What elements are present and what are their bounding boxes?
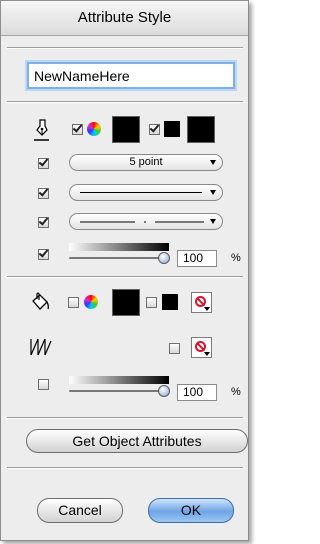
stroke-width-label: 5 point [129,156,163,168]
divider [7,47,243,49]
stroke-opacity-slider-rail[interactable] [69,257,169,259]
chevron-down-icon [210,160,216,165]
stroke-opacity-slider-knob[interactable] [158,252,170,264]
stroke-opacity-checkbox[interactable] [38,249,49,260]
stroke-pattern-checkbox[interactable] [149,124,160,135]
pen-nib-icon [34,119,49,141]
opacity-gradient [69,243,169,251]
stroke-pattern-icon[interactable] [164,121,180,137]
hatch-icon [30,338,52,356]
paint-bucket-icon [32,292,49,310]
fill-color-swatch[interactable] [112,289,140,316]
chevron-down-icon [204,307,210,311]
opacity-gradient [69,376,169,384]
panel-title: Attribute Style [1,1,248,36]
chevron-down-icon [210,219,216,224]
fill-color-checkbox[interactable] [68,297,79,308]
fill-pattern-checkbox[interactable] [146,297,157,308]
chevron-down-icon [204,352,210,356]
percent-label: % [231,386,241,398]
ok-button[interactable]: OK [148,498,234,523]
attribute-style-panel: Attribute Style 5 point 100 [0,0,249,541]
percent-label: % [231,252,241,264]
get-object-attributes-button[interactable]: Get Object Attributes [26,429,248,453]
fill-no-color-popup[interactable] [191,292,212,313]
fill-opacity-checkbox[interactable] [38,379,49,390]
style-name-field[interactable] [27,62,235,89]
stroke-pattern-swatch[interactable] [187,116,215,143]
stroke-width-popup[interactable]: 5 point [69,154,223,171]
dash-style-popup[interactable] [69,213,223,230]
no-color-icon [195,341,206,352]
stroke-width-checkbox[interactable] [38,158,49,169]
line-style-checkbox[interactable] [38,188,49,199]
fill-opacity-slider-rail[interactable] [69,390,169,392]
stroke-color-wheel-icon[interactable] [87,122,101,136]
fill-opacity-field[interactable]: 100 [177,384,217,401]
stroke-opacity-field[interactable]: 100 [177,250,217,267]
divider [7,276,243,278]
stroke-color-checkbox[interactable] [72,124,83,135]
dash-style-checkbox[interactable] [38,217,49,228]
cancel-button[interactable]: Cancel [37,498,123,523]
hatch-no-color-popup[interactable] [191,337,212,358]
hatch-checkbox[interactable] [169,343,180,354]
fill-pattern-icon[interactable] [162,294,178,310]
dash-dot-line-icon [80,221,204,223]
no-color-icon [195,296,206,307]
stroke-color-swatch[interactable] [112,116,140,143]
divider [7,467,243,469]
divider [7,101,243,103]
chevron-down-icon [210,190,216,195]
fill-opacity-slider-knob[interactable] [158,385,170,397]
line-style-popup[interactable] [69,184,223,201]
fill-color-wheel-icon[interactable] [84,295,98,309]
solid-line-icon [80,192,202,193]
divider [7,417,243,419]
